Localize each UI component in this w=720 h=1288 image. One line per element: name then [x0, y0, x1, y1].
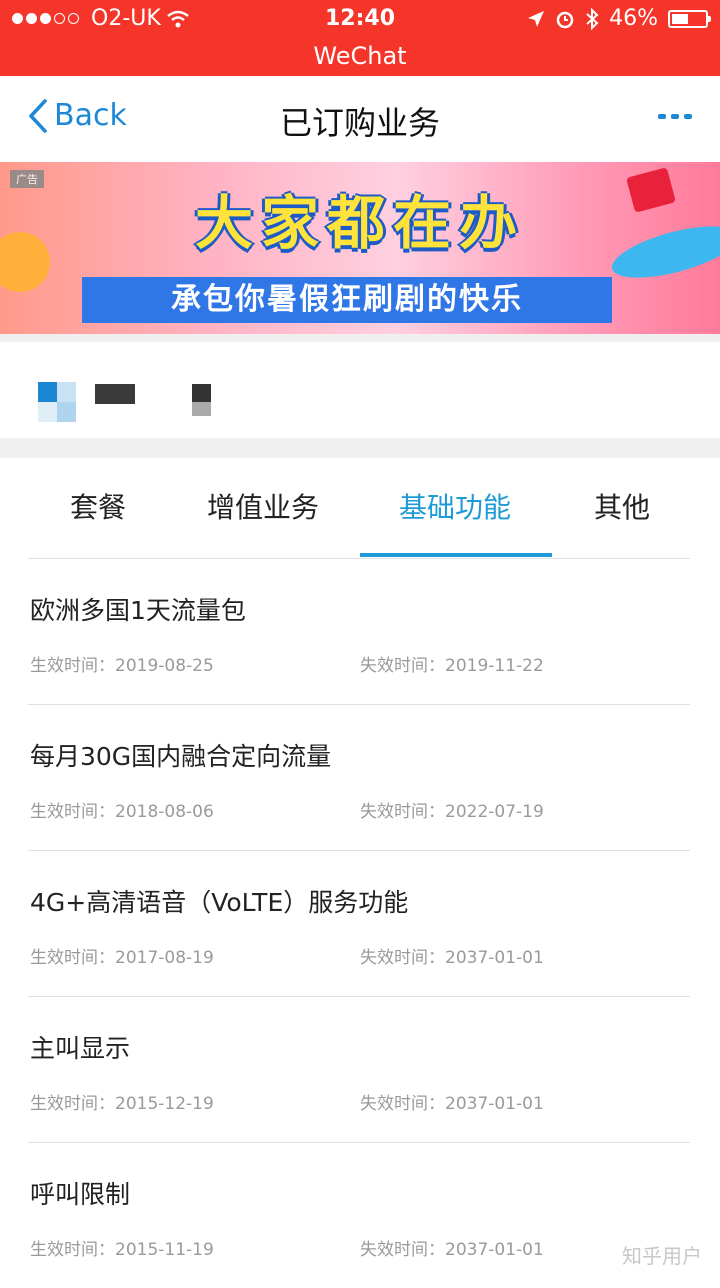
item-end-date: 失效时间：2022-07-19 [360, 802, 544, 822]
list-item[interactable]: 呼叫限制 生效时间：2015-11-19 失效时间：2037-01-01 [28, 1143, 690, 1288]
item-start-date: 生效时间：2015-12-19 [30, 1094, 214, 1114]
list-item[interactable]: 主叫显示 生效时间：2015-12-19 失效时间：2037-01-01 [28, 997, 690, 1143]
battery-icon [668, 9, 711, 28]
status-right: 46% [527, 6, 711, 31]
subscription-list: 欧洲多国1天流量包 生效时间：2019-08-25 失效时间：2019-11-2… [28, 559, 690, 1288]
tab-other[interactable]: 其他 [594, 486, 650, 526]
bluetooth-icon [586, 7, 599, 30]
tab-basic-functions[interactable]: 基础功能 [399, 486, 511, 526]
status-bar: O2-UK 12:40 46% WeChat [0, 0, 720, 76]
app-name: WeChat [313, 42, 407, 70]
list-item[interactable]: 4G+高清语音（VoLTE）服务功能 生效时间：2017-08-19 失效时间：… [28, 851, 690, 997]
item-end-date: 失效时间：2037-01-01 [360, 1240, 544, 1260]
item-name: 4G+高清语音（VoLTE）服务功能 [30, 888, 409, 917]
banner-subline: 承包你暑假狂刷剧的快乐 [82, 277, 612, 323]
tab-value-added[interactable]: 增值业务 [207, 486, 319, 526]
redacted-account-name [95, 384, 135, 404]
banner-headline: 大家都在办 [194, 189, 525, 257]
tab-package[interactable]: 套餐 [70, 486, 126, 526]
item-start-date: 生效时间：2018-08-06 [30, 802, 214, 822]
page-title: 已订购业务 [279, 104, 440, 142]
nav-bar: Back 已订购业务 [0, 76, 720, 162]
list-item[interactable]: 欧洲多国1天流量包 生效时间：2019-08-25 失效时间：2019-11-2… [28, 559, 690, 705]
item-name: 欧洲多国1天流量包 [30, 596, 246, 625]
item-end-date: 失效时间：2037-01-01 [360, 1094, 544, 1114]
section-divider [0, 438, 720, 458]
list-item[interactable]: 每月30G国内融合定向流量 生效时间：2018-08-06 失效时间：2022-… [28, 705, 690, 851]
alarm-icon [556, 11, 574, 28]
battery-percent: 46% [609, 6, 658, 31]
account-avatar [38, 382, 76, 422]
item-start-date: 生效时间：2017-08-19 [30, 948, 214, 968]
item-name: 每月30G国内融合定向流量 [30, 742, 332, 771]
item-end-date: 失效时间：2037-01-01 [360, 948, 544, 968]
watermark: 知乎用户 [622, 1244, 702, 1268]
item-start-date: 生效时间：2015-11-19 [30, 1240, 214, 1260]
location-arrow-icon [528, 10, 545, 27]
item-name: 主叫显示 [30, 1034, 131, 1063]
item-name: 呼叫限制 [30, 1180, 131, 1209]
more-dots-icon[interactable] [658, 114, 692, 119]
item-end-date: 失效时间：2019-11-22 [360, 656, 544, 676]
ad-banner[interactable]: 广告 大家都在办 承包你暑假狂刷剧的快乐 [0, 162, 720, 334]
section-divider [0, 334, 720, 342]
active-tab-indicator [360, 553, 552, 557]
item-start-date: 生效时间：2019-08-25 [30, 656, 214, 676]
tab-bar: 套餐 增值业务 基础功能 其他 [28, 458, 690, 559]
redacted-account-number [192, 384, 211, 416]
account-row [0, 342, 720, 438]
